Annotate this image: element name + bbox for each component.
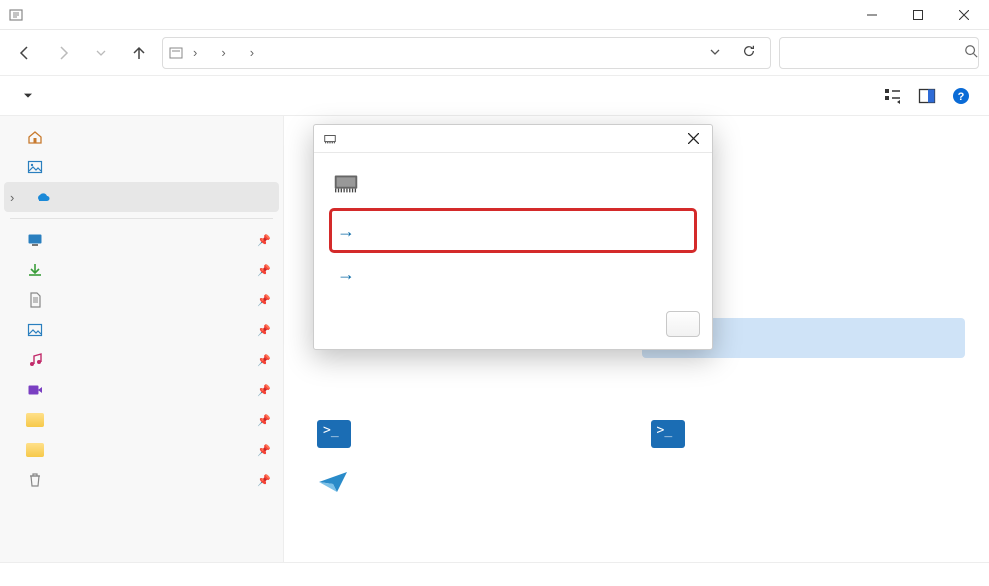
list-item-powershell-ise[interactable] [308,414,632,454]
location-icon [167,44,185,62]
maximize-button[interactable] [895,0,941,30]
arrow-right-icon: → [336,221,356,242]
documents-icon [26,291,44,309]
sidebar-item-home[interactable] [4,122,279,152]
view-options-button[interactable] [879,82,907,110]
organize-menu[interactable] [14,88,38,104]
refresh-button[interactable] [732,44,766,61]
list-item-powershell-ise-x86[interactable] [642,414,966,454]
help-button[interactable]: ? [947,82,975,110]
memory-icon [322,131,338,147]
up-button[interactable] [124,38,154,68]
list-item[interactable] [642,366,966,406]
music-icon [26,351,44,369]
chevron-right-icon[interactable]: › [248,45,256,60]
restart-now-option[interactable]: → [330,209,696,252]
chevron-right-icon[interactable]: › [219,45,227,60]
folder-icon [26,441,44,459]
app-icon [8,7,24,23]
sidebar-item-recyclebin[interactable]: 📌 [4,465,279,495]
gallery-icon [26,158,44,176]
sidebar-item-documents[interactable]: 📌 [4,285,279,315]
pin-icon: 📌 [257,444,271,457]
pictures-icon [26,321,44,339]
pin-icon: 📌 [257,354,271,367]
status-bar [0,562,989,586]
breadcrumb-seg[interactable] [260,51,272,55]
pin-icon: 📌 [257,234,271,247]
sidebar-item-pictures[interactable]: 📌 [4,315,279,345]
desktop-icon [26,231,44,249]
sidebar-item-downloads[interactable]: 📌 [4,255,279,285]
search-input[interactable] [788,45,964,60]
memory-diagnostic-dialog: → → [313,124,713,350]
pin-icon: 📌 [257,384,271,397]
sidebar-item-music[interactable]: 📌 [4,345,279,375]
cancel-button[interactable] [666,311,700,337]
powershell-icon [650,416,686,452]
titlebar [0,0,989,30]
nav-row: › › › [0,30,989,76]
sidebar-item-videos[interactable]: 📌 [4,375,279,405]
sidebar-item-folder[interactable]: 📌 [4,405,279,435]
recycle-bin-icon [26,471,44,489]
pin-icon: 📌 [257,414,271,427]
sidebar-item-desktop[interactable]: 📌 [4,225,279,255]
xps-icon [316,464,352,500]
search-box[interactable] [779,37,979,69]
pin-icon: 📌 [257,294,271,307]
arrow-right-icon: → [336,264,356,285]
folder-icon [26,411,44,429]
memory-chip-icon [330,167,362,199]
pin-icon: 📌 [257,474,271,487]
sidebar-item-onedrive[interactable]: › [4,182,279,212]
dialog-close-button[interactable] [678,127,708,151]
address-dropdown[interactable] [702,45,728,60]
minimize-button[interactable] [849,0,895,30]
forward-button[interactable] [48,38,78,68]
sidebar-item-gallery[interactable] [4,152,279,182]
onedrive-icon [34,188,52,206]
preview-pane-button[interactable] [913,82,941,110]
breadcrumb-seg[interactable] [203,51,215,55]
svg-text:?: ? [958,91,965,103]
home-icon [26,128,44,146]
chevron-right-icon[interactable]: › [191,45,199,60]
sidebar: › 📌 📌 📌 📌 📌 [0,116,284,562]
downloads-icon [26,261,44,279]
toolbar: ? [0,76,989,116]
chevron-right-icon[interactable]: › [10,190,22,205]
powershell-icon [316,416,352,452]
recent-button[interactable] [86,38,116,68]
list-item-xps-viewer[interactable] [308,462,632,502]
sidebar-item-folder[interactable]: 📌 [4,435,279,465]
search-icon[interactable] [964,44,978,61]
breadcrumb-seg[interactable] [232,51,244,55]
dialog-titlebar[interactable] [314,125,712,153]
videos-icon [26,381,44,399]
address-bar[interactable]: › › › [162,37,771,69]
back-button[interactable] [10,38,40,68]
check-next-time-option[interactable]: → [330,252,696,295]
pin-icon: 📌 [257,324,271,337]
pin-icon: 📌 [257,264,271,277]
close-button[interactable] [941,0,987,30]
